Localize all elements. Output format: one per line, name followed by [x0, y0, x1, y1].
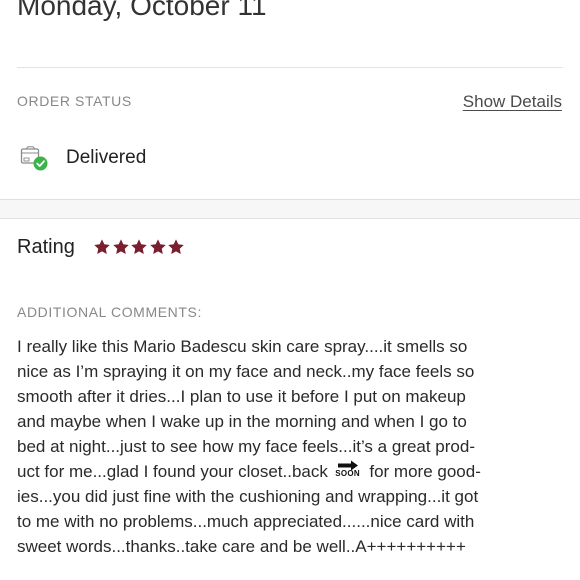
order-date: Monday, October 11 — [17, 0, 267, 21]
comment-line: ies...you did just fine with the cushion… — [17, 487, 479, 506]
star-icon — [112, 238, 130, 256]
comment-line: bed at night...just to see how my face f… — [17, 437, 475, 456]
package-delivered-icon — [20, 146, 50, 172]
additional-comments-label: ADDITIONAL COMMENTS: — [17, 304, 202, 320]
comment-line-part: uct for me...glad I found your closet..b… — [17, 462, 328, 481]
comment-line: smooth after it dries...I plan to use it… — [17, 387, 466, 406]
soon-arrow-emoji-icon: SOON — [335, 460, 361, 480]
star-icon — [167, 238, 185, 256]
order-status-label: ORDER STATUS — [17, 93, 132, 109]
star-icon — [149, 238, 167, 256]
comment-line: to me with no problems...much appreciate… — [17, 512, 475, 531]
divider — [17, 67, 563, 68]
section-separator — [0, 199, 580, 219]
soon-emoji-label: SOON — [335, 469, 360, 478]
comments-body: I really like this Mario Badescu skin ca… — [17, 334, 565, 559]
comment-line: and maybe when I wake up in the morning … — [17, 412, 467, 431]
star-icon — [130, 238, 148, 256]
rating-stars — [93, 238, 186, 261]
comment-line: nice as I’m spraying it on my face and n… — [17, 362, 475, 381]
comment-line: I really like this Mario Badescu skin ca… — [17, 337, 468, 356]
order-status-value: Delivered — [66, 147, 147, 168]
comment-line-part: for more good- — [369, 462, 481, 481]
rating-label: Rating — [17, 236, 75, 258]
comment-line: sweet words...thanks..take care and be w… — [17, 537, 466, 556]
show-details-link[interactable]: Show Details — [463, 92, 562, 112]
comment-line-with-emoji: uct for me...glad I found your closet..b… — [17, 459, 565, 484]
star-icon — [93, 238, 111, 256]
